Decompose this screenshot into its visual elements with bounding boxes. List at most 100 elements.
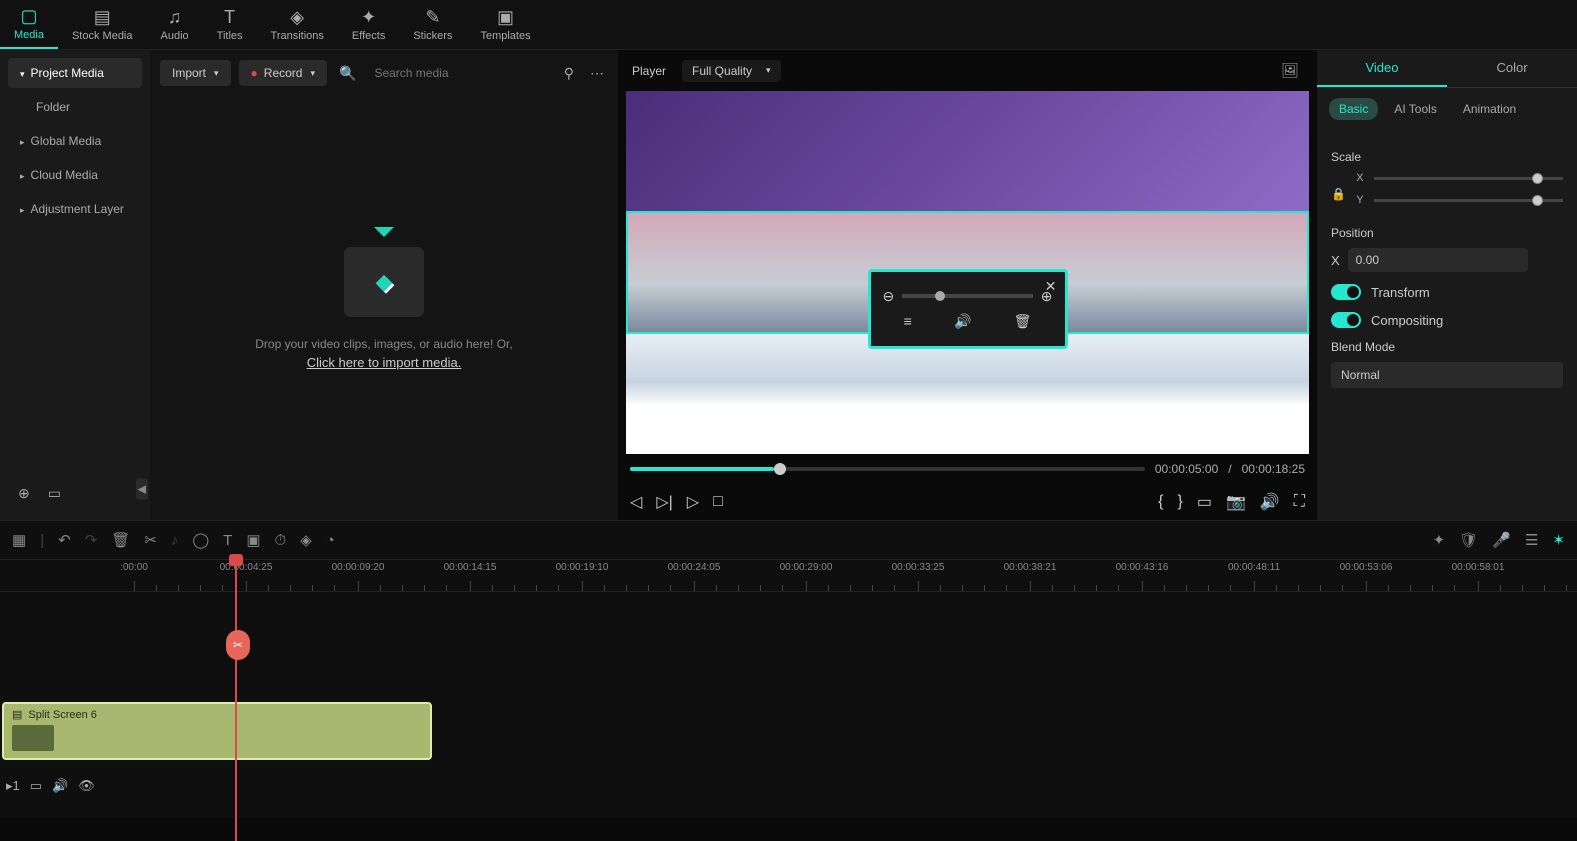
nav-stock-media[interactable]: ▤Stock Media [58,0,147,49]
timeline-ruler[interactable]: :00:0000:00:04:2500:00:09:2000:00:14:150… [0,560,1577,592]
nav-stickers[interactable]: ✎Stickers [399,0,466,49]
position-x-input[interactable] [1348,248,1528,272]
inspector-panel: Video Color Basic AI Tools Animation Sca… [1317,50,1577,520]
split-pane-bottom [626,334,1309,454]
track-video-icon[interactable]: ▸1 [6,778,20,794]
redo-button[interactable]: ↷ [85,531,98,549]
tab-video[interactable]: Video [1317,50,1447,87]
clip-overlay-controls: ✕ ⊖ ⊕ ≡ 🔊 🗑 [868,269,1068,349]
cut-button[interactable]: ✂ [144,531,157,549]
stock-icon: ▤ [94,7,111,28]
play-button[interactable]: ▷ [687,492,699,512]
settings-icon[interactable]: ≡ [904,313,912,329]
sidebar: ▾Project Media Folder ▸Global Media ▸Clo… [0,50,150,520]
media-drop-zone[interactable]: Drop your video clips, images, or audio … [150,96,618,520]
fullscreen-icon[interactable]: ⛶ [1294,493,1305,511]
current-time: 00:00:05:00 [1155,462,1218,476]
transform-toggle[interactable] [1331,284,1361,300]
grid-icon[interactable]: ▦ [12,531,26,549]
blend-label: Blend Mode [1331,340,1563,354]
delete-button[interactable]: 🗑 [111,531,130,549]
tab-color[interactable]: Color [1447,50,1577,87]
nav-titles[interactable]: TTitles [203,0,257,49]
undo-button[interactable]: ↶ [58,531,71,549]
close-icon[interactable]: ✕ [1045,278,1057,295]
speed-icon[interactable]: ⏱ [275,532,287,549]
sidebar-project-media[interactable]: ▾Project Media [8,58,142,88]
delete-icon[interactable]: 🗑 [1014,313,1032,330]
prev-frame-button[interactable]: ◁ [630,492,642,512]
import-media-link[interactable]: Click here to import media. [307,355,462,370]
enhance-icon[interactable]: ✦ [1433,531,1446,549]
marker-icon[interactable]: 🛡 [1459,531,1478,549]
drop-folder-icon [344,247,424,317]
zoom-out-icon[interactable]: ⊖ [883,288,895,305]
track-visible-icon[interactable]: 👁 [78,778,95,794]
sidebar-global-media[interactable]: ▸Global Media [8,126,142,156]
mark-in-button[interactable]: { [1158,493,1163,511]
scale-label: Scale [1331,150,1563,164]
playhead[interactable] [235,560,237,841]
import-button[interactable]: Import▾ [160,60,231,86]
zoom-slider[interactable] [902,294,1033,298]
timeline-clip[interactable]: ▤Split Screen 6 [2,702,432,760]
stop-button[interactable]: □ [713,493,723,511]
subtab-ai-tools[interactable]: AI Tools [1384,98,1446,120]
audio-icon[interactable]: 🔊 [1260,492,1280,512]
scale-y-slider[interactable] [1374,199,1563,202]
lock-icon[interactable]: 🔒 [1331,187,1346,201]
compositing-toggle[interactable] [1331,312,1361,328]
list-icon[interactable]: ☰ [1525,531,1538,549]
add-folder-icon[interactable]: ⊕ [14,481,34,506]
mark-out-button[interactable]: } [1177,493,1182,511]
blend-mode-select[interactable]: Normal [1331,362,1563,388]
clip-thumbnail [12,725,54,751]
nav-media[interactable]: ▢Media [0,0,58,49]
subtab-animation[interactable]: Animation [1453,98,1526,120]
cut-marker[interactable]: ✂ [226,630,250,660]
nav-templates[interactable]: ▣Templates [466,0,544,49]
sidebar-cloud-media[interactable]: ▸Cloud Media [8,160,142,190]
collapse-sidebar-button[interactable]: ◀ [136,479,148,500]
search-input[interactable] [368,60,551,86]
display-icon[interactable]: ▭ [1197,492,1212,512]
track-lock-icon[interactable]: ▭ [30,778,42,794]
scale-x-slider[interactable] [1374,177,1563,180]
keyframe-icon[interactable]: ◔ [326,532,335,549]
color-icon[interactable]: ◈ [300,531,312,549]
nav-transitions[interactable]: ◈Transitions [257,0,338,49]
quality-select[interactable]: Full Quality▾ [682,60,781,82]
audio-sync-icon[interactable]: ♪ [171,532,179,549]
record-button[interactable]: ●Record▾ [239,60,327,86]
next-frame-button[interactable]: ▷| [656,492,672,512]
effects-icon: ✦ [361,7,376,28]
player-viewport[interactable]: ✕ ⊖ ⊕ ≡ 🔊 🗑 [626,91,1309,454]
stickers-icon: ✎ [425,7,440,28]
split-pane-top [626,91,1309,211]
crop-icon[interactable]: ▣ [246,531,260,549]
drop-text: Drop your video clips, images, or audio … [255,337,512,351]
mic-icon[interactable]: 🎤 [1492,531,1511,549]
snapshot-icon[interactable]: 🖼 [1277,58,1303,83]
subtab-basic[interactable]: Basic [1329,98,1378,120]
nav-audio[interactable]: ♫Audio [147,0,203,49]
sidebar-folder[interactable]: Folder [8,92,142,122]
progress-thumb[interactable] [774,463,786,475]
folder-icon[interactable]: ▭ [44,481,65,506]
more-icon[interactable]: ⋯ [586,61,608,86]
progress-bar[interactable] [630,467,1145,471]
volume-icon[interactable]: 🔊 [954,313,971,330]
transitions-icon: ◈ [290,7,304,28]
total-time: 00:00:18:25 [1242,462,1305,476]
track-mute-icon[interactable]: 🔊 [52,778,68,794]
sidebar-adjustment-layer[interactable]: ▸Adjustment Layer [8,194,142,224]
media-icon: ▢ [20,6,37,27]
ai-icon[interactable]: ✶ [1552,531,1565,549]
split-icon: ▤ [12,708,22,721]
nav-effects[interactable]: ✦Effects [338,0,399,49]
topnav: ▢Media ▤Stock Media ♫Audio TTitles ◈Tran… [0,0,1577,50]
text-icon[interactable]: T [223,532,232,549]
filter-icon[interactable]: ⚲ [560,61,578,86]
camera-icon[interactable]: 📷 [1226,492,1246,512]
mask-icon[interactable]: ◯ [192,531,209,549]
